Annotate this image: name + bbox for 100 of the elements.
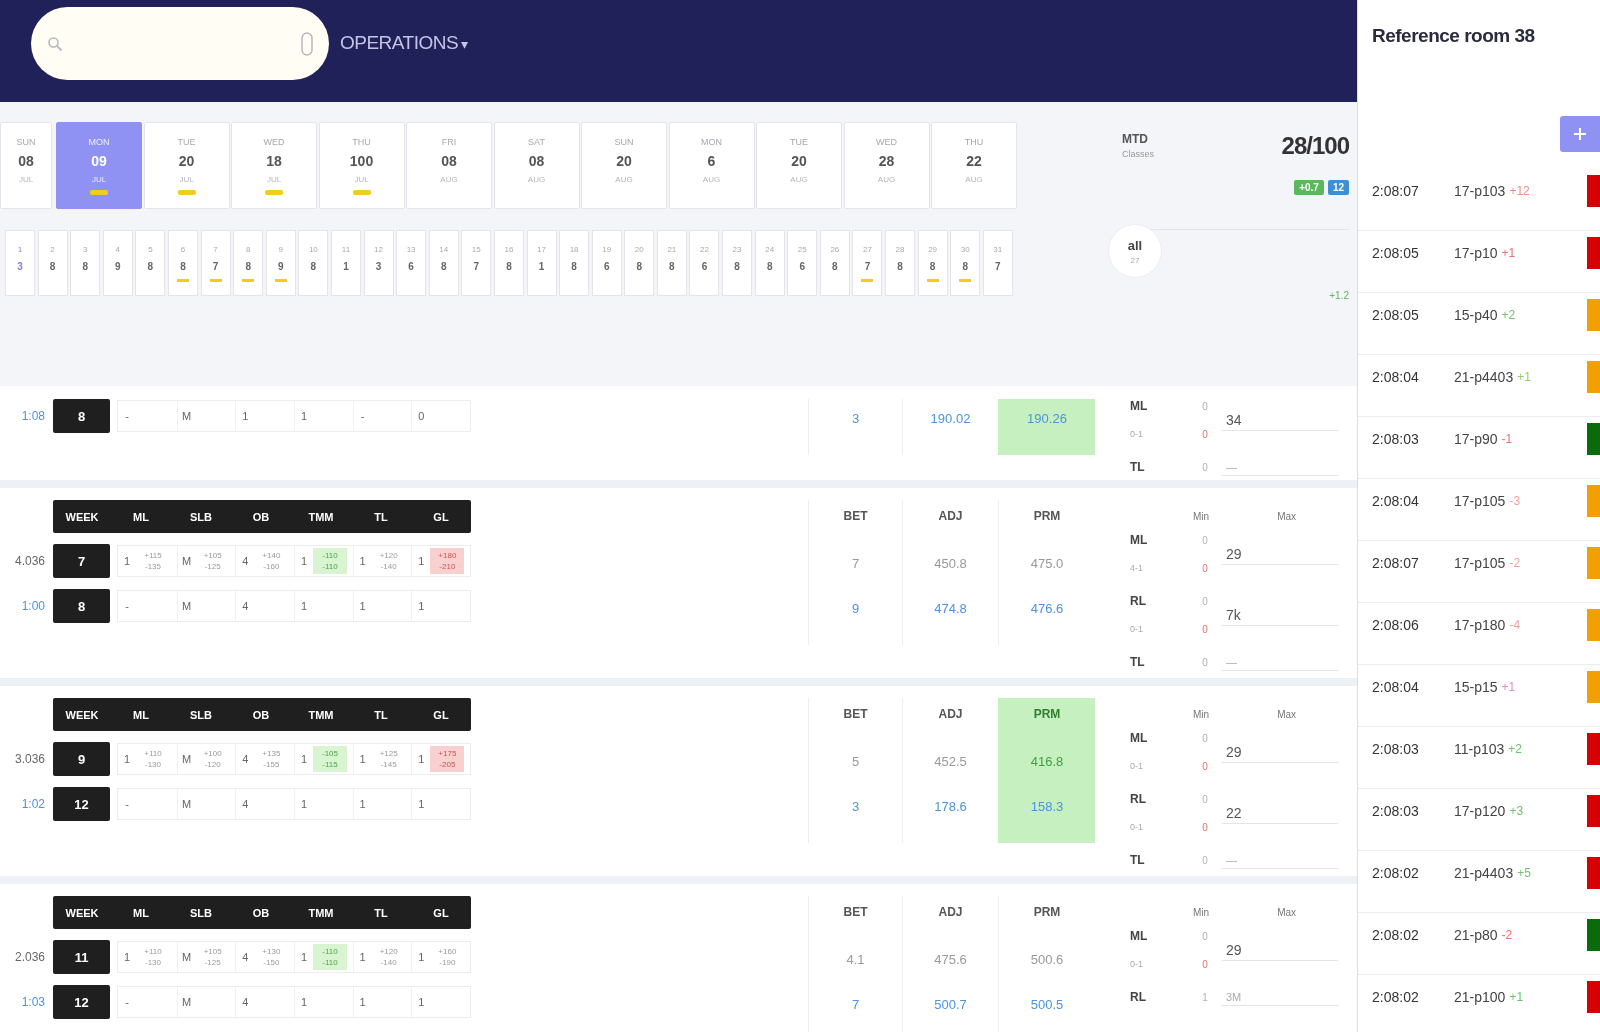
time-text: 2:08:04 [1372,493,1420,509]
slot-cell[interactable]: 7 7 [200,230,231,296]
time-link[interactable]: 1:00 [0,599,53,613]
slot-cell[interactable]: 11 1 [330,230,361,296]
team-badge: 12 [53,787,110,821]
summary-value: 5 [851,753,860,771]
day-card[interactable]: SAT 08 AUG [493,122,580,209]
time-link[interactable]: 1:02 [0,797,53,811]
slot-cell[interactable]: 23 8 [722,230,753,296]
day-card[interactable]: MON 6 AUG [668,122,755,209]
limit-value: 0 [1201,760,1209,772]
max-input[interactable]: 29 [1222,543,1338,565]
column-label: Min [1193,511,1210,522]
slot-cell[interactable]: 17 1 [526,230,557,296]
cell-value: M [181,555,193,567]
min-value: 1 [1201,991,1209,1003]
max-input[interactable]: 29 [1222,939,1338,961]
slot-cell[interactable]: 28 8 [885,230,916,296]
slot-cell[interactable]: 18 8 [559,230,590,296]
time-link[interactable]: 1:03 [0,995,53,1009]
code-text: 21-p4403 [1454,865,1514,881]
day-card[interactable]: WED 28 AUG [843,122,930,209]
slot-cell[interactable]: 20 8 [624,230,655,296]
code-text: 21-p100 [1454,989,1506,1005]
slot-cell[interactable]: 13 6 [396,230,427,296]
slot-cell[interactable]: 26 8 [819,230,850,296]
code-text: 17-p105 [1454,493,1506,509]
slot-cell[interactable]: 31 7 [982,230,1013,296]
day-card[interactable]: TUE 20 JUL [143,122,230,209]
tag-text: +12 [1509,184,1530,198]
summary-value: 475.6 [934,951,967,969]
code-text: 15-p40 [1454,307,1498,323]
max-input[interactable]: 7k [1222,604,1338,626]
max-input[interactable]: 22 [1222,802,1338,824]
min-value: 0 [1201,656,1209,668]
max-input[interactable]: 34 [1222,409,1338,431]
limit-value: 0 [1201,428,1209,440]
odds-stack: +115 -135 [143,550,163,573]
time-link[interactable]: 1:08 [0,409,53,423]
slot-cell[interactable]: 4 9 [102,230,133,296]
summary-header: PRM [1033,508,1061,525]
time-text: 2:08:05 [1372,307,1420,323]
slot-cell[interactable]: 21 8 [656,230,687,296]
slot-cell[interactable]: 5 8 [135,230,166,296]
code-text: 17-p105 [1454,555,1506,571]
slot-cell[interactable]: 10 8 [298,230,329,296]
cell-value: M [181,753,193,765]
slot-cell[interactable]: 22 6 [689,230,720,296]
day-card[interactable]: TUE 20 AUG [756,122,842,209]
slot-cell[interactable]: 27 7 [852,230,883,296]
slot-cell[interactable]: 12 3 [363,230,394,296]
cell-value: 1 [299,996,309,1008]
cell-value: - [359,410,366,422]
slot-cell[interactable]: 6 8 [167,230,198,296]
cell-value: 1 [299,753,309,765]
slot-cell[interactable]: 2 8 [37,230,68,296]
slot-cell[interactable]: 8 8 [233,230,264,296]
day-card[interactable]: SUN 08 JUL [0,122,52,209]
cell-value: 1 [122,555,132,567]
column-label: Max [1277,907,1297,918]
cell-value: 4 [241,951,250,963]
min-value: 0 [1201,461,1209,473]
slot-cell[interactable]: 29 8 [917,230,948,296]
odds-stack: -110 -110 [313,944,347,970]
slot-cell[interactable]: 1 3 [5,230,35,296]
tag-text: -4 [1509,618,1521,632]
odds-stack: +160 -190 [437,946,458,969]
add-button[interactable] [1560,116,1600,152]
team-badge: 8 [53,399,110,433]
slot-cell[interactable]: 15 7 [461,230,492,296]
summary-value: 474.8 [934,600,967,618]
tag-text: +5 [1517,866,1531,880]
day-card[interactable]: THU 22 AUG [931,122,1017,209]
filter-button[interactable]: all 27 [1108,224,1162,278]
day-card[interactable]: SUN 20 AUG [581,122,667,209]
time-text: 2:08:07 [1372,183,1420,199]
column-label: SLB [189,906,213,919]
limit-value: 0 [1201,958,1209,970]
day-card[interactable]: FRI 08 AUG [406,122,492,209]
cell-value: 1 [358,951,367,963]
day-card[interactable]: WED 18 JUL [231,122,317,209]
slot-cell[interactable]: 9 9 [265,230,296,296]
day-card[interactable]: THU 100 JUL [318,122,405,209]
operations-menu[interactable]: OPERATIONS▾ [340,32,468,54]
slot-cell[interactable]: 16 8 [493,230,524,296]
column-label: TMM [307,906,335,919]
cell-value: 4 [241,600,250,612]
column-label: Min [1193,907,1210,918]
cell-value: 4 [241,798,250,810]
slot-cell[interactable]: 24 8 [754,230,785,296]
slot-cell[interactable]: 30 8 [950,230,981,296]
tag-text: +1 [1517,370,1531,384]
slot-cell[interactable]: 3 8 [70,230,101,296]
slot-cell[interactable]: 14 8 [428,230,459,296]
cell-value: 1 [417,555,426,567]
summary-header: PRM [1033,904,1061,921]
max-input[interactable]: 29 [1222,741,1338,763]
slot-cell[interactable]: 25 6 [787,230,818,296]
slot-cell[interactable]: 19 6 [591,230,622,296]
cell-value: 1 [417,600,426,612]
